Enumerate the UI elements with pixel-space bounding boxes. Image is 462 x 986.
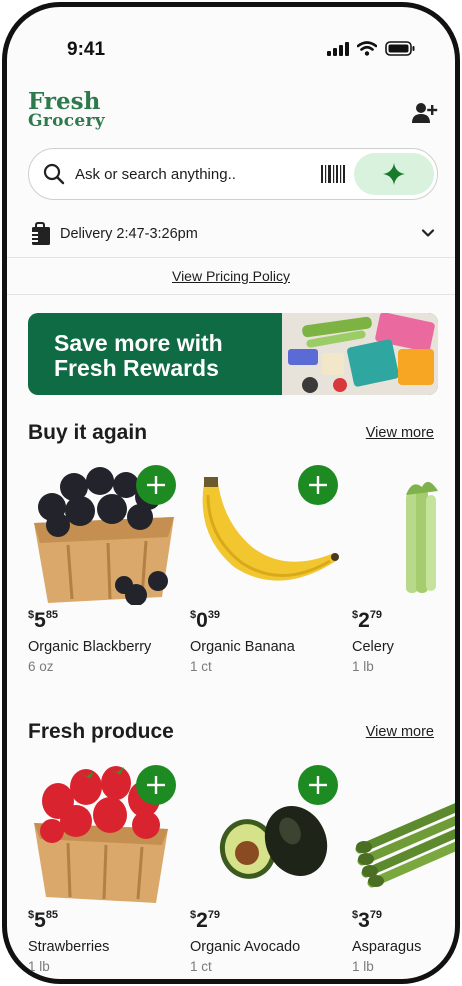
search-bar (28, 148, 438, 200)
logo-line1: Fresh (28, 88, 101, 115)
price-cents: 85 (45, 909, 59, 921)
view-more-fresh-produce-link[interactable]: View more (366, 724, 434, 740)
app-header: Fresh Grocery (28, 88, 438, 135)
sparkle-icon (383, 163, 405, 185)
product-price: $585 (28, 909, 58, 933)
price-dollars: 0 (196, 609, 208, 632)
add-to-cart-button[interactable] (136, 765, 176, 805)
app-logo[interactable]: Fresh Grocery (28, 88, 438, 131)
product-price: $039 (190, 609, 220, 633)
product-price: $279 (352, 609, 382, 633)
price-dollars: 2 (196, 909, 208, 932)
plus-icon (147, 776, 165, 794)
add-user-icon[interactable] (412, 101, 438, 125)
groceries-image (282, 313, 438, 395)
delivery-selector[interactable]: Delivery 2:47-3:26pm (28, 219, 438, 249)
section-title-fresh-produce: Fresh produce (28, 720, 174, 743)
product-name: Strawberries (28, 939, 110, 955)
barcode-icon[interactable] (321, 165, 345, 183)
product-name: Organic Banana (190, 639, 295, 655)
price-cents: 79 (207, 909, 221, 921)
price-dollars: 5 (34, 909, 46, 932)
chevron-down-icon[interactable] (420, 225, 436, 241)
product-quantity: 1 ct (190, 959, 212, 974)
price-dollars: 5 (34, 609, 46, 632)
add-to-cart-button[interactable] (136, 465, 176, 505)
signal-icon (327, 41, 349, 56)
product-card[interactable]: $279 Organic Avocado 1 ct (190, 765, 340, 979)
status-icons (327, 41, 415, 56)
price-cents: 79 (369, 909, 383, 921)
search-icon (43, 163, 65, 185)
product-card[interactable]: $039 Organic Banana 1 ct (190, 465, 340, 685)
wifi-icon (357, 41, 377, 56)
delivery-bag-icon (28, 222, 50, 245)
price-cents: 79 (369, 609, 383, 621)
plus-icon (309, 476, 327, 494)
pricing-policy-bar: View Pricing Policy (7, 257, 455, 295)
logo-line2: Grocery (28, 110, 105, 131)
product-name: Organic Blackberry (28, 639, 152, 655)
asparagus-image (355, 803, 455, 888)
product-card[interactable]: $279 Celery 1 lb (352, 465, 455, 685)
product-name: Organic Avocado (190, 939, 301, 955)
status-time: 9:41 (67, 39, 106, 60)
product-row-fresh-produce: $585 Strawberries 1 lb $279 Organic Avoc… (28, 765, 455, 979)
price-cents: 85 (45, 609, 59, 621)
rewards-banner[interactable]: Save more with Fresh Rewards (28, 313, 438, 395)
plus-icon (147, 476, 165, 494)
product-row-buy-again: $585 Organic Blackberry 6 oz $039 Organi… (28, 465, 455, 705)
price-dollars: 2 (358, 609, 370, 632)
product-quantity: 1 lb (352, 959, 374, 974)
price-cents: 39 (207, 609, 221, 621)
product-card[interactable]: $585 Strawberries 1 lb (28, 765, 178, 979)
section-title-buy-again: Buy it again (28, 421, 148, 444)
product-price: $379 (352, 909, 382, 933)
view-more-buy-again-link[interactable]: View more (366, 425, 434, 441)
battery-icon (385, 41, 415, 56)
celery-image (406, 481, 438, 593)
search-input[interactable] (75, 165, 295, 183)
banner-line2: Fresh Rewards (54, 354, 219, 381)
banner-text: Save more with Fresh Rewards (54, 331, 223, 381)
product-quantity: 1 lb (352, 659, 374, 674)
product-price: $585 (28, 609, 58, 633)
product-name: Asparagus (352, 939, 422, 955)
plus-icon (309, 776, 327, 794)
add-to-cart-button[interactable] (298, 465, 338, 505)
product-name: Celery (352, 639, 394, 655)
product-price: $279 (190, 909, 220, 933)
delivery-window-label: Delivery 2:47-3:26pm (60, 226, 198, 242)
product-quantity: 6 oz (28, 659, 54, 674)
phone-frame: 9:41 Fresh Grocery Ask or search anythin… (2, 2, 460, 984)
add-to-cart-button[interactable] (298, 765, 338, 805)
product-card[interactable]: $379 Asparagus 1 lb (352, 765, 455, 979)
banner-line1: Save more with (54, 330, 223, 356)
product-card[interactable]: $585 Organic Blackberry 6 oz (28, 465, 178, 685)
ai-assistant-button[interactable] (354, 153, 434, 195)
status-bar: 9:41 (7, 7, 455, 87)
view-pricing-policy-link[interactable]: View Pricing Policy (172, 268, 290, 284)
price-dollars: 3 (358, 909, 370, 932)
product-quantity: 1 ct (190, 659, 212, 674)
product-quantity: 1 lb (28, 959, 50, 974)
